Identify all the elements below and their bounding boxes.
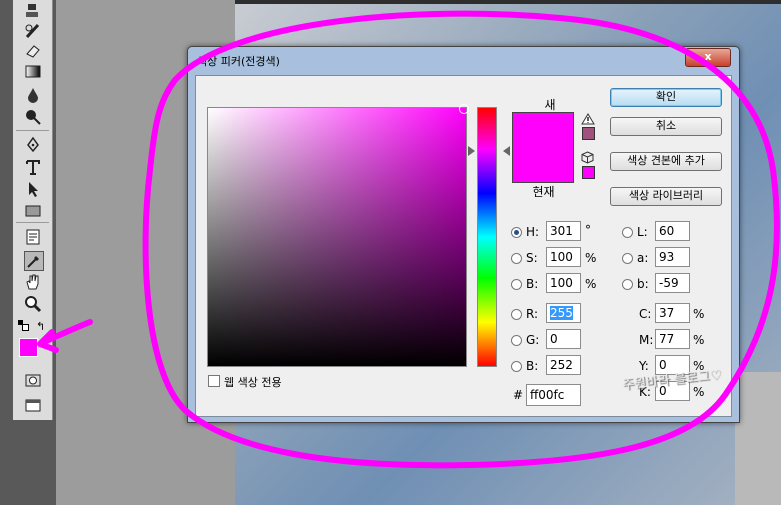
label-g: G: [526, 333, 540, 347]
toolbox-divider [16, 222, 49, 223]
ok-button[interactable]: 확인 [610, 88, 722, 107]
toolbox-panel: ↰ [0, 0, 56, 505]
m-field[interactable]: 77 [655, 329, 690, 349]
web-safe-cube-icon[interactable] [581, 151, 594, 164]
hue-slider-handle-right[interactable] [503, 146, 510, 156]
cancel-button[interactable]: 취소 [610, 117, 722, 136]
notes-icon[interactable] [24, 228, 42, 246]
eraser-icon[interactable] [24, 42, 42, 60]
label-h: H: [526, 225, 540, 239]
history-brush-icon[interactable] [24, 22, 42, 40]
type-icon[interactable] [24, 158, 42, 176]
web-colors-only-checkbox[interactable] [208, 375, 220, 387]
blue-field[interactable]: 252 [546, 355, 581, 375]
g-field[interactable]: 0 [546, 329, 581, 349]
canvas-background [735, 372, 781, 505]
current-color-swatch[interactable] [512, 147, 574, 183]
close-button[interactable]: x [685, 48, 731, 67]
h-field[interactable]: 301 [546, 221, 581, 241]
current-color-label: 현재 [532, 185, 555, 199]
r-field-value: 255 [550, 306, 573, 320]
a-field[interactable]: 93 [655, 247, 690, 267]
label-blue: B: [526, 359, 539, 373]
path-select-icon[interactable] [24, 180, 42, 198]
unit-brightness: % [585, 277, 597, 291]
default-colors-icon[interactable] [18, 320, 29, 331]
saturation-brightness-field[interactable] [207, 107, 467, 367]
gamut-warning-icon[interactable] [581, 113, 595, 125]
c-field[interactable]: 37 [655, 303, 690, 323]
color-field-marker[interactable] [459, 104, 469, 114]
l-field[interactable]: 60 [655, 221, 690, 241]
hue-slider[interactable] [477, 107, 497, 367]
unit-k: % [693, 385, 705, 399]
label-c: C: [639, 307, 652, 321]
hue-slider-handle-left[interactable] [468, 146, 475, 156]
foreground-color-swatch[interactable] [19, 338, 38, 357]
screen-mode-icon[interactable] [24, 396, 42, 414]
color-picker-dialog: 색상 피커(전경색) x 새 현재 확인 취소 색상 견본에 추가 색상 라이브… [187, 46, 740, 423]
label-brightness: B: [526, 277, 539, 291]
swap-colors-icon[interactable]: ↰ [36, 320, 45, 333]
dialog-titlebar[interactable]: 색상 피커(전경색) x [188, 47, 739, 71]
lab-b-field[interactable]: -59 [655, 273, 690, 293]
radio-blue[interactable] [511, 361, 522, 372]
radio-brightness[interactable] [511, 279, 522, 290]
dialog-body: 새 현재 확인 취소 색상 견본에 추가 색상 라이브러리 H: 301 ° S… [195, 75, 732, 417]
eyedropper-icon[interactable] [24, 251, 44, 271]
r-field[interactable]: 255 [546, 303, 581, 323]
quick-mask-icon[interactable] [24, 371, 42, 389]
dodge-icon[interactable] [24, 108, 42, 126]
web-colors-only-label: 웹 색상 전용 [224, 376, 282, 389]
unit-c: % [693, 307, 705, 321]
radio-s[interactable] [511, 253, 522, 264]
radio-l[interactable] [622, 227, 633, 238]
toolbox-divider [16, 130, 49, 131]
unit-m: % [693, 333, 705, 347]
hex-field[interactable]: ff00fc [526, 384, 581, 406]
new-color-label: 새 [544, 98, 556, 112]
shape-icon[interactable] [24, 202, 42, 220]
blur-icon[interactable] [24, 86, 42, 104]
gamut-warning-swatch[interactable] [582, 127, 595, 140]
zoom-icon[interactable] [24, 295, 42, 313]
pen-icon[interactable] [24, 136, 42, 154]
label-m: M: [639, 333, 654, 347]
web-safe-swatch[interactable] [582, 166, 595, 179]
label-l: L: [637, 225, 648, 239]
dialog-title: 색상 피커(전경색) [197, 55, 280, 68]
gradient-icon[interactable] [24, 63, 42, 81]
hex-label: # [513, 388, 524, 402]
color-libraries-button[interactable]: 색상 라이브러리 [610, 187, 722, 206]
radio-g[interactable] [511, 335, 522, 346]
unit-s: % [585, 251, 597, 265]
s-field[interactable]: 100 [546, 247, 581, 267]
hand-icon[interactable] [24, 273, 42, 291]
brightness-field[interactable]: 100 [546, 273, 581, 293]
stamp-icon[interactable] [24, 2, 42, 20]
label-s: S: [526, 251, 538, 265]
radio-a[interactable] [622, 253, 633, 264]
unit-h: ° [585, 223, 591, 237]
radio-lab-b[interactable] [622, 279, 633, 290]
add-to-swatches-button[interactable]: 색상 견본에 추가 [610, 152, 722, 171]
radio-h[interactable] [511, 227, 522, 238]
radio-r[interactable] [511, 309, 522, 320]
label-r: R: [526, 307, 539, 321]
new-color-swatch [512, 112, 574, 148]
label-a: a: [637, 251, 649, 265]
label-lab-b: b: [637, 277, 649, 291]
